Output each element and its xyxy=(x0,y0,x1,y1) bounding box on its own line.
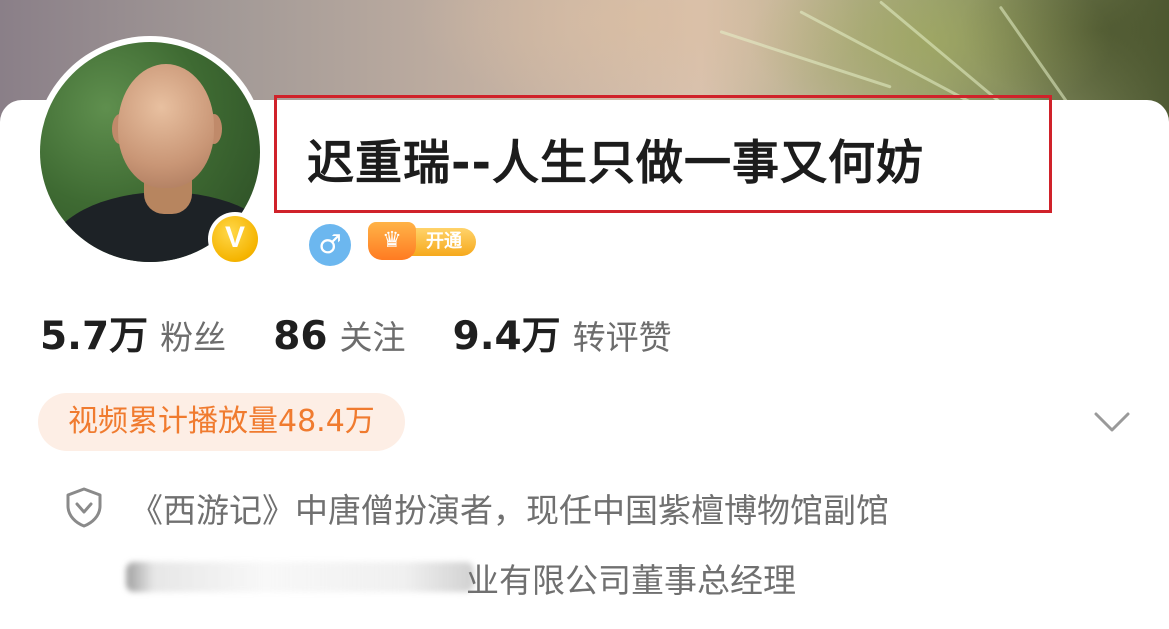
vip-open-button[interactable]: 开通 ♛ xyxy=(368,222,478,260)
verified-badge-icon: V xyxy=(208,212,262,266)
redacted-text-blur xyxy=(126,562,474,592)
following-stat[interactable]: 86 关注 xyxy=(273,311,405,359)
interactions-stat[interactable]: 9.4万 转评赞 xyxy=(453,305,672,361)
followers-count: 5.7万 xyxy=(40,314,149,359)
interactions-label: 转评赞 xyxy=(572,318,672,357)
followers-label: 粉丝 xyxy=(160,318,227,357)
cover-decoration xyxy=(719,30,892,89)
profile-name: 迟重瑞--人生只做一事又何妨 xyxy=(307,136,925,191)
video-views-badge[interactable]: 视频累计播放量48.4万 xyxy=(38,393,405,451)
profile-stats: 5.7万 粉丝 86 关注 9.4万 转评赞 xyxy=(40,305,714,359)
following-count: 86 xyxy=(273,314,328,359)
followers-stat[interactable]: 5.7万 粉丝 xyxy=(40,305,226,361)
highlight-box: 迟重瑞--人生只做一事又何妨 xyxy=(274,95,1052,213)
bio-line-2: 业有限公司董事总经理 xyxy=(466,561,796,600)
following-label: 关注 xyxy=(339,318,406,357)
interactions-count: 9.4万 xyxy=(452,314,561,359)
chevron-down-icon[interactable] xyxy=(1092,406,1132,436)
bio-line-1: 《西游记》中唐僧扮演者，现任中国紫檀博物馆副馆 xyxy=(130,491,889,530)
crown-icon: ♛ xyxy=(368,222,416,260)
shield-icon xyxy=(66,487,102,528)
verified-badge-label: V xyxy=(212,216,258,262)
male-icon: ♂ xyxy=(309,224,351,266)
